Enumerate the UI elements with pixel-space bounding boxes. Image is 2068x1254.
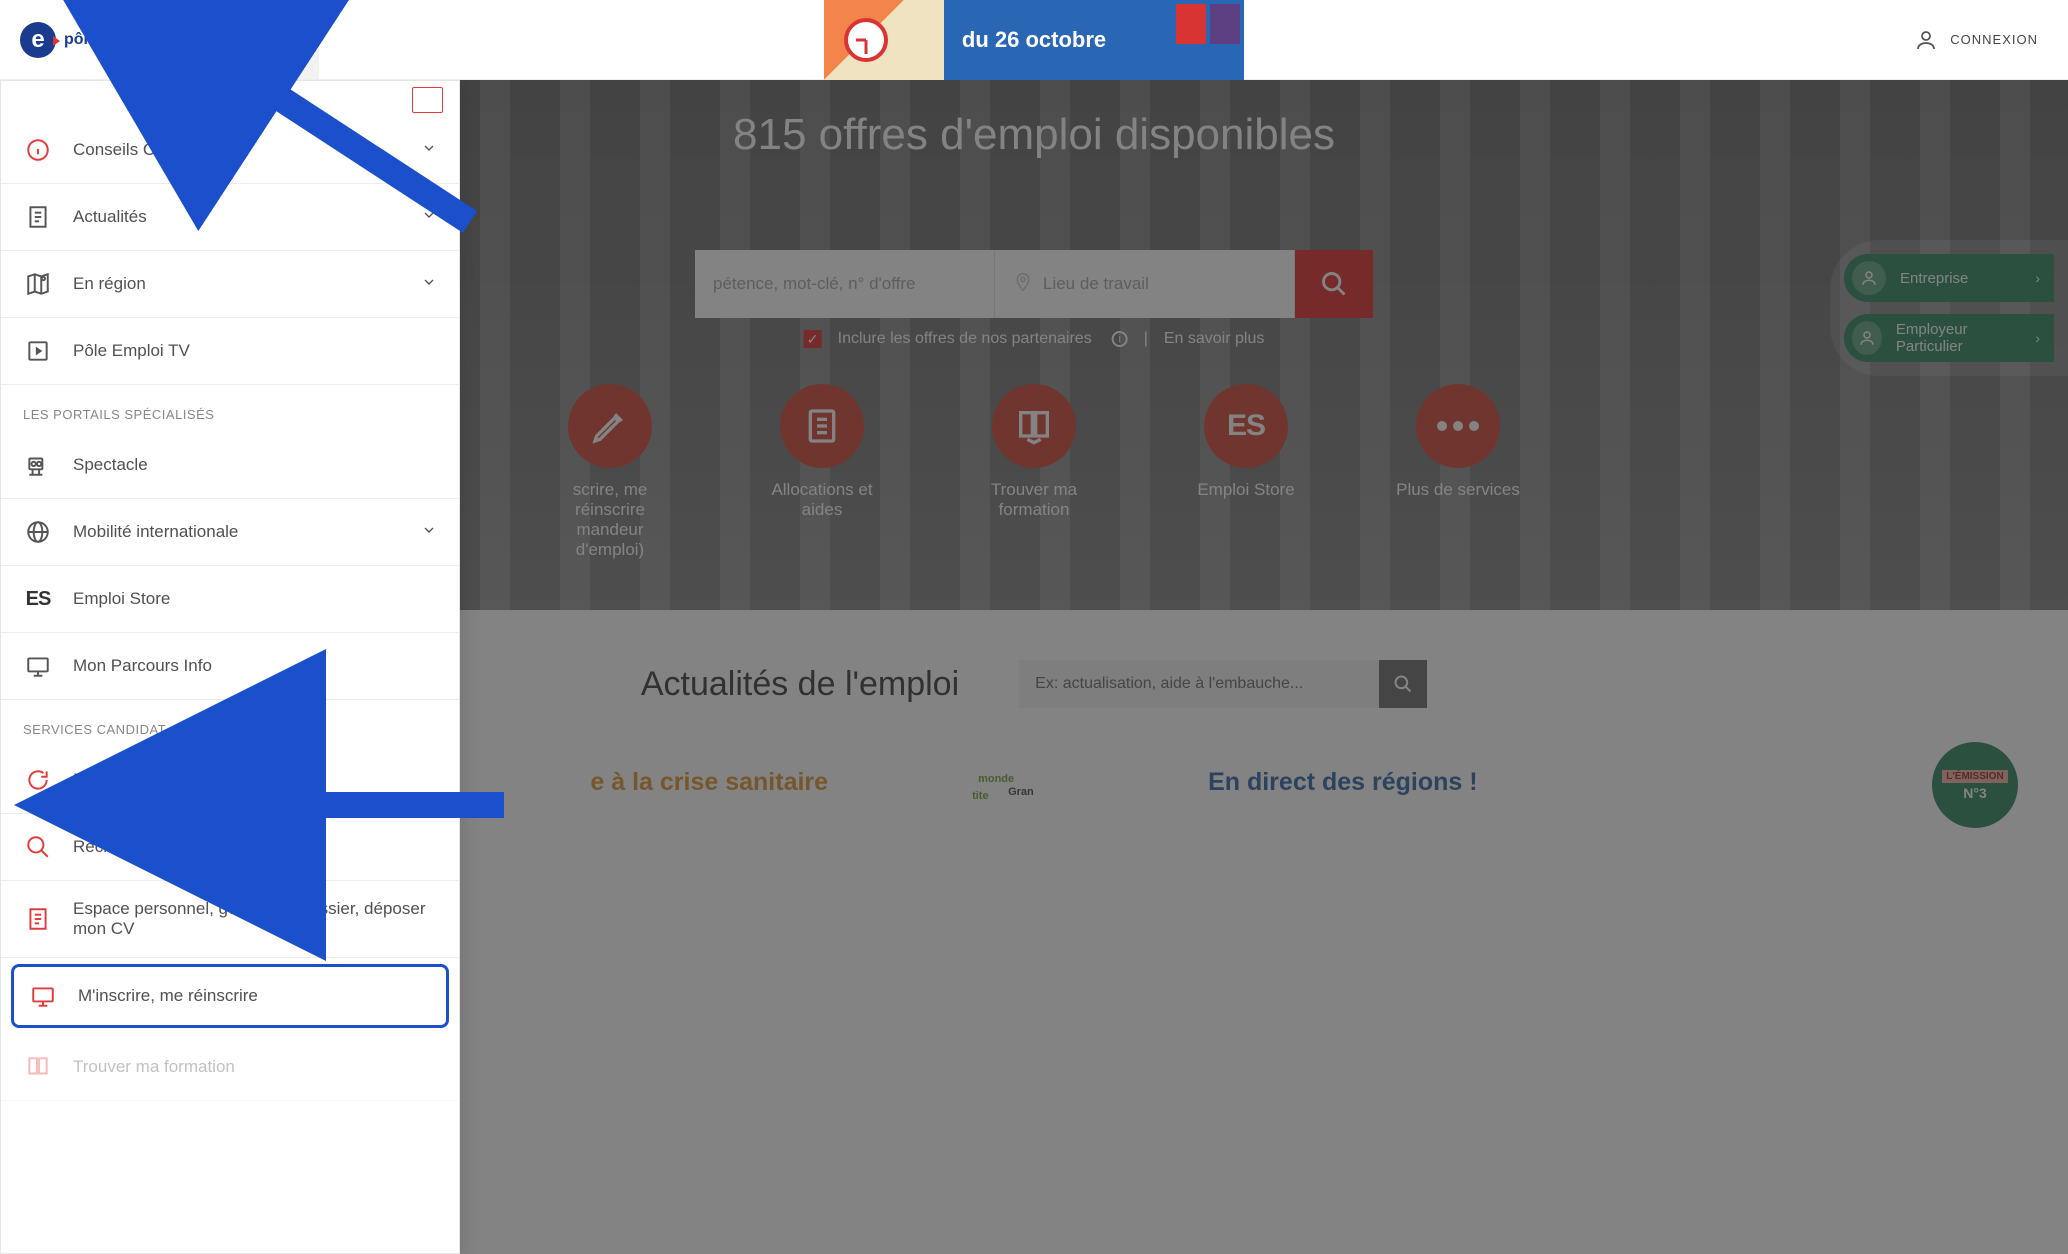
drawer-section-services-title: SERVICES CANDIDAT	[1, 700, 459, 747]
chevron-down-icon	[421, 522, 437, 543]
drawer-item-en-region[interactable]: En région	[1, 251, 459, 318]
chevron-down-icon	[421, 274, 437, 295]
camera-icon	[23, 450, 53, 480]
monitor-icon	[28, 981, 58, 1011]
annotation-arrow-inscription	[244, 770, 524, 845]
promo-banner[interactable]: du 26 octobre	[824, 0, 1244, 80]
banner-decoration-right	[1174, 0, 1244, 80]
logo-mark-icon: e	[20, 22, 56, 58]
drawer-item-mon-parcours-info[interactable]: Mon Parcours Info	[1, 633, 459, 700]
user-icon	[1914, 28, 1938, 52]
globe-icon	[23, 517, 53, 547]
login-button[interactable]: CONNEXION	[1884, 28, 2068, 52]
clock-icon	[844, 18, 888, 62]
close-icon	[203, 28, 227, 52]
menu-label: MENU	[243, 32, 289, 47]
banner-text: du 26 octobre	[962, 27, 1106, 53]
map-icon	[23, 269, 53, 299]
book-icon	[23, 1052, 53, 1082]
drawer-item-spectacle[interactable]: Spectacle	[1, 432, 459, 499]
site-logo[interactable]: e pôle emploi	[0, 22, 173, 58]
monitor-icon	[23, 651, 53, 681]
play-icon	[23, 336, 53, 366]
info-icon	[23, 135, 53, 165]
drawer-item-minscrire[interactable]: M'inscrire, me réinscrire	[11, 964, 449, 1028]
search-icon	[23, 832, 53, 862]
drawer-section-portails-title: LES PORTAILS SPÉCIALISÉS	[1, 385, 459, 432]
menu-drawer: Conseils Candidat Actualités En région P…	[0, 80, 460, 1254]
document-icon	[23, 904, 53, 934]
connexion-label: CONNEXION	[1950, 32, 2038, 47]
annotation-arrow-menu	[210, 52, 490, 247]
drawer-item-espace-personnel[interactable]: Espace personnel, gérer mon dossier, dép…	[1, 881, 459, 958]
document-icon	[23, 202, 53, 232]
drawer-item-trouver-formation[interactable]: Trouver ma formation	[1, 1034, 459, 1101]
drawer-item-pole-emploi-tv[interactable]: Pôle Emploi TV	[1, 318, 459, 385]
drawer-item-mobilite[interactable]: Mobilité internationale	[1, 499, 459, 566]
es-icon: ES	[23, 584, 53, 614]
logo-text: pôle emploi	[64, 31, 153, 49]
refresh-icon	[23, 765, 53, 795]
drawer-item-emploi-store[interactable]: ES Emploi Store	[1, 566, 459, 633]
